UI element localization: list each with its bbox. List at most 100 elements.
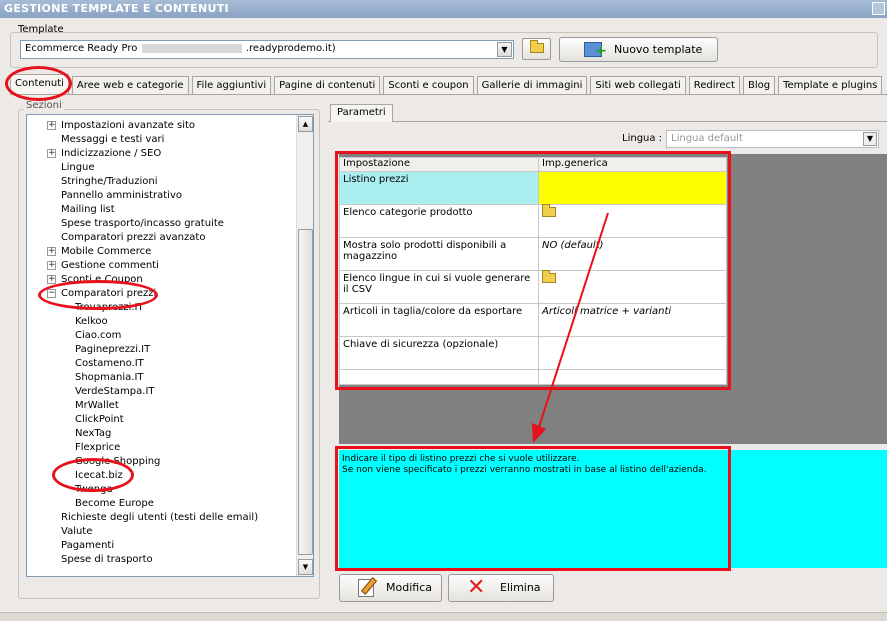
tree-item[interactable]: Stringhe/Traduzioni — [61, 175, 158, 189]
setting-cell[interactable]: Listino prezzi — [339, 171, 539, 205]
expand-icon[interactable]: + — [47, 275, 56, 284]
tree-item[interactable]: NexTag — [75, 427, 111, 441]
add-template-icon — [584, 40, 607, 63]
empty-cell — [538, 369, 727, 385]
tree-item[interactable]: Google Shopping — [75, 455, 160, 469]
settings-grid: Impostazione Imp.generica Listino prezzi… — [339, 157, 727, 385]
expand-icon[interactable]: + — [47, 121, 56, 130]
tree-item[interactable]: Trovaprezzi.IT — [75, 301, 144, 315]
expand-icon[interactable]: + — [47, 149, 56, 158]
tree-item-selected[interactable]: Icecat.biz — [75, 469, 123, 483]
tree-item[interactable]: Gestione commenti — [61, 260, 159, 271]
setting-cell[interactable]: Articoli in taglia/colore da esportare — [339, 303, 539, 337]
status-bar — [0, 612, 887, 621]
scroll-down-icon[interactable]: ▼ — [298, 559, 313, 575]
tree-item[interactable]: Flexprice — [75, 441, 120, 455]
sections-tree[interactable]: + Impostazioni avanzate sito Messaggi e t… — [26, 114, 314, 577]
folder-icon[interactable] — [542, 204, 556, 217]
help-line: Se non viene specificato i prezzi verran… — [342, 465, 707, 475]
tree-item[interactable]: Shopmania.IT — [75, 371, 144, 385]
value-cell[interactable] — [538, 204, 727, 238]
maximize-button[interactable] — [872, 2, 885, 15]
template-label: Template — [18, 24, 64, 35]
value-cell[interactable] — [538, 270, 727, 304]
tree-item[interactable]: Mailing list — [61, 203, 115, 217]
tree-item[interactable]: Twenga — [75, 483, 113, 497]
edit-label: Modifica — [386, 581, 432, 594]
main-tabs: Contenuti Aree web e categorie File aggiun… — [10, 74, 885, 95]
tree-item[interactable]: Sconti e Coupon — [61, 274, 143, 285]
chevron-down-icon[interactable]: ▼ — [497, 42, 512, 57]
template-select-suffix: .readyprodemo.it) — [245, 43, 336, 54]
delete-x-icon: ✕ — [467, 575, 486, 600]
setting-cell[interactable]: Elenco categorie prodotto — [339, 204, 539, 238]
tree-item[interactable]: Pannello amministrativo — [61, 189, 182, 203]
tree-item[interactable]: MrWallet — [75, 399, 119, 413]
delete-label: Elimina — [500, 581, 541, 594]
tab-redirect[interactable]: Redirect — [688, 76, 740, 95]
expand-icon[interactable]: + — [47, 261, 56, 270]
column-header-setting[interactable]: Impostazione — [339, 157, 539, 172]
tree-item[interactable]: VerdeStampa.IT — [75, 385, 155, 399]
help-text-panel: Indicare il tipo di listino prezzi che s… — [339, 450, 887, 568]
tree-item[interactable]: Kelkoo — [75, 315, 108, 329]
new-template-button[interactable]: Nuovo template — [559, 37, 718, 63]
chevron-down-icon[interactable]: ▼ — [863, 132, 877, 146]
open-folder-button[interactable] — [522, 38, 551, 60]
tab-sconti-coupon[interactable]: Sconti e coupon — [383, 76, 474, 95]
tree-item[interactable]: Valute — [61, 525, 92, 539]
window-title-bar: GESTIONE TEMPLATE E CONTENUTI — [0, 0, 887, 18]
tab-blog[interactable]: Blog — [742, 76, 776, 95]
tab-gallerie[interactable]: Gallerie di immagini — [476, 76, 588, 95]
tree-item[interactable]: Comparatori prezzi avanzato — [61, 231, 205, 245]
tree-item[interactable]: Ciao.com — [75, 329, 121, 343]
window-title: GESTIONE TEMPLATE E CONTENUTI — [4, 2, 229, 15]
delete-button[interactable]: ✕ Elimina — [448, 574, 554, 602]
setting-cell[interactable]: Elenco lingue in cui si vuole generare i… — [339, 270, 539, 304]
redacted-text — [141, 43, 242, 53]
column-header-value[interactable]: Imp.generica — [538, 157, 727, 172]
tab-siti-collegati[interactable]: Siti web collegati — [590, 76, 686, 95]
tab-pagine-contenuti[interactable]: Pagine di contenuti — [274, 76, 381, 95]
tab-template-plugins[interactable]: Template e plugins — [778, 76, 883, 95]
tree-item[interactable]: Spese di trasporto — [61, 553, 153, 567]
template-select[interactable]: Ecommerce Ready Pro .readyprodemo.it) ▼ — [20, 40, 514, 59]
value-cell[interactable] — [538, 171, 727, 205]
tree-item[interactable]: Comparatori prezzi — [61, 288, 156, 299]
tree-item[interactable]: Richieste degli utenti (testi delle emai… — [61, 511, 258, 525]
sections-label: Sezioni — [24, 100, 64, 111]
scroll-thumb[interactable] — [298, 229, 313, 555]
setting-cell[interactable]: Mostra solo prodotti disponibili a magaz… — [339, 237, 539, 271]
tree-scrollbar[interactable]: ▲ ▼ — [296, 115, 313, 576]
folder-icon — [529, 40, 544, 53]
tab-parametri[interactable]: Parametri — [330, 104, 393, 122]
tab-file-aggiuntivi[interactable]: File aggiuntivi — [191, 76, 272, 95]
empty-cell — [339, 369, 539, 385]
tree-item[interactable]: Pagamenti — [61, 539, 114, 553]
tree-item[interactable]: ClickPoint — [75, 413, 124, 427]
scroll-up-icon[interactable]: ▲ — [298, 116, 313, 132]
value-cell[interactable]: Articoli matrice + varianti — [538, 303, 727, 337]
tree-item[interactable]: Mobile Commerce — [61, 246, 151, 257]
tree-item[interactable]: Become Europe — [75, 497, 154, 511]
value-cell[interactable] — [538, 336, 727, 370]
tree-item[interactable]: Messaggi e testi vari — [61, 133, 164, 147]
tree-item[interactable]: Indicizzazione / SEO — [61, 148, 161, 159]
tree-item[interactable]: Pagineprezzi.IT — [75, 343, 150, 357]
tree-item[interactable]: Impostazioni avanzate sito — [61, 120, 195, 131]
language-label: Lingua : — [622, 133, 663, 144]
tree-item[interactable]: Spese trasporto/incasso gratuite — [61, 217, 224, 231]
setting-cell[interactable]: Chiave di sicurezza (opzionale) — [339, 336, 539, 370]
collapse-icon[interactable]: − — [47, 289, 56, 298]
tree-item[interactable]: Lingue — [61, 161, 95, 175]
language-select[interactable]: Lingua default ▼ — [666, 130, 879, 148]
language-value: Lingua default — [671, 133, 743, 144]
tab-contenuti[interactable]: Contenuti — [10, 74, 69, 95]
expand-icon[interactable]: + — [47, 247, 56, 256]
folder-icon[interactable] — [542, 270, 556, 283]
new-template-label: Nuovo template — [614, 43, 703, 56]
tree-item[interactable]: Costameno.IT — [75, 357, 144, 371]
value-cell[interactable]: NO (default) — [538, 237, 727, 271]
edit-button[interactable]: Modifica — [339, 574, 442, 602]
tab-aree-web[interactable]: Aree web e categorie — [71, 76, 189, 95]
